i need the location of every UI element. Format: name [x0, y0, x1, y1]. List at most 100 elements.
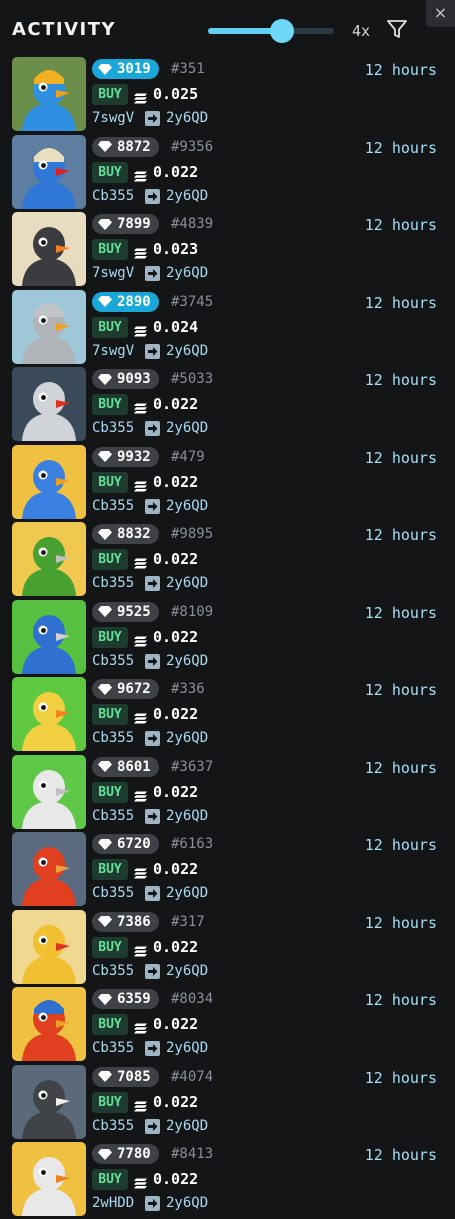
- token-id[interactable]: #4839: [171, 216, 213, 232]
- slider-thumb[interactable]: [270, 19, 294, 43]
- token-id[interactable]: #3637: [171, 759, 213, 775]
- nft-thumbnail[interactable]: [12, 599, 86, 674]
- arrow-right-icon: [145, 886, 160, 901]
- activity-row[interactable]: 2890 #3745 12 hours BUY 0.024 7swgV 2y6Q…: [0, 289, 455, 367]
- rank-badge: 7899: [92, 214, 159, 234]
- arrow-right-icon: [145, 1118, 160, 1134]
- from-address[interactable]: 2wHDD: [92, 1195, 134, 1211]
- gem-icon: [98, 451, 112, 462]
- sol-icon: [134, 399, 147, 414]
- close-button[interactable]: ×: [426, 0, 455, 27]
- rank-value: 6359: [117, 991, 151, 1007]
- activity-row[interactable]: 9093 #5033 12 hours BUY 0.022 Cb355 2y6Q…: [0, 366, 455, 444]
- to-address[interactable]: 2y6QD: [166, 188, 208, 204]
- token-id[interactable]: #9356: [171, 139, 213, 155]
- nft-thumbnail[interactable]: [12, 57, 86, 131]
- from-address[interactable]: Cb355: [92, 963, 134, 979]
- activity-row[interactable]: 9525 #8109 12 hours BUY 0.022 Cb355 2y6Q…: [0, 599, 455, 677]
- arrow-right-icon: [145, 111, 160, 126]
- rank-badge: 8872: [92, 136, 159, 157]
- token-id[interactable]: #8109: [171, 604, 213, 620]
- filter-icon[interactable]: [386, 18, 408, 40]
- nft-thumbnail[interactable]: [12, 832, 86, 906]
- to-address[interactable]: 2y6QD: [166, 1195, 208, 1211]
- from-address[interactable]: Cb355: [92, 730, 134, 746]
- token-id[interactable]: #317: [171, 914, 205, 930]
- token-id[interactable]: #351: [171, 61, 205, 77]
- activity-row[interactable]: 7780 #8413 12 hours BUY 0.022 2wHDD 2y6Q…: [0, 1141, 455, 1219]
- timestamp: 12 hours: [364, 913, 437, 932]
- nft-thumbnail[interactable]: [12, 987, 86, 1061]
- timestamp: 12 hours: [364, 758, 437, 777]
- to-address[interactable]: 2y6QD: [166, 1118, 208, 1134]
- from-address[interactable]: Cb355: [92, 1118, 134, 1134]
- to-address[interactable]: 2y6QD: [166, 808, 208, 824]
- from-address[interactable]: Cb355: [92, 498, 134, 514]
- nft-thumbnail[interactable]: [12, 1064, 86, 1139]
- price: 0.024: [153, 317, 199, 336]
- from-address[interactable]: Cb355: [92, 188, 134, 204]
- activity-row[interactable]: 8832 #9895 12 hours BUY 0.022 Cb355 2y6Q…: [0, 521, 455, 599]
- token-id[interactable]: #479: [171, 449, 205, 465]
- sol-icon: [134, 787, 147, 801]
- nft-thumbnail[interactable]: [12, 367, 86, 441]
- activity-row[interactable]: 6359 #8034 12 hours BUY 0.022 Cb355 2y6Q…: [0, 986, 455, 1064]
- from-address[interactable]: Cb355: [92, 653, 134, 669]
- gem-icon: [98, 1071, 112, 1082]
- token-id[interactable]: #8413: [171, 1146, 213, 1162]
- activity-row[interactable]: 7386 #317 12 hours BUY 0.022 Cb355 2y6QD: [0, 909, 455, 987]
- to-address[interactable]: 2y6QD: [166, 885, 208, 901]
- sol-icon: [134, 244, 147, 259]
- timestamp: 12 hours: [364, 293, 437, 312]
- from-address[interactable]: 7swgV: [92, 343, 134, 359]
- sol-icon: [134, 709, 147, 724]
- nft-thumbnail[interactable]: [12, 444, 86, 519]
- to-address[interactable]: 2y6QD: [166, 730, 208, 746]
- to-address[interactable]: 2y6QD: [166, 575, 208, 591]
- arrow-right-icon: [145, 653, 160, 669]
- nft-thumbnail[interactable]: [12, 522, 86, 596]
- activity-row[interactable]: 3019 #351 12 hours BUY 0.025 7swgV 2y6QD: [0, 56, 455, 134]
- nft-thumbnail[interactable]: [12, 1142, 86, 1216]
- from-address[interactable]: Cb355: [92, 420, 134, 436]
- from-address[interactable]: 7swgV: [92, 110, 134, 126]
- activity-row[interactable]: 8872 #9356 12 hours BUY 0.022 Cb355 2y6Q…: [0, 134, 455, 212]
- to-address[interactable]: 2y6QD: [166, 963, 208, 979]
- to-address[interactable]: 2y6QD: [166, 110, 208, 126]
- rank-value: 6720: [117, 836, 151, 852]
- token-id[interactable]: #5033: [171, 371, 213, 387]
- from-address[interactable]: 7swgV: [92, 265, 134, 281]
- token-id[interactable]: #6163: [171, 836, 213, 852]
- token-id[interactable]: #9895: [171, 526, 213, 542]
- token-id[interactable]: #336: [171, 681, 205, 697]
- nft-thumbnail[interactable]: [12, 134, 86, 209]
- nft-thumbnail[interactable]: [12, 212, 86, 286]
- from-address[interactable]: Cb355: [92, 808, 134, 824]
- to-address[interactable]: 2y6QD: [166, 420, 208, 436]
- from-address[interactable]: Cb355: [92, 575, 134, 591]
- to-address[interactable]: 2y6QD: [166, 265, 208, 281]
- token-id[interactable]: #3745: [171, 294, 213, 310]
- to-address[interactable]: 2y6QD: [166, 498, 208, 514]
- to-address[interactable]: 2y6QD: [166, 653, 208, 669]
- activity-row[interactable]: 7085 #4074 12 hours BUY 0.022 Cb355 2y6Q…: [0, 1064, 455, 1142]
- from-address[interactable]: Cb355: [92, 1040, 134, 1056]
- nft-thumbnail[interactable]: [12, 677, 86, 751]
- nft-thumbnail[interactable]: [12, 754, 86, 829]
- to-address[interactable]: 2y6QD: [166, 1040, 208, 1056]
- activity-row[interactable]: 7899 #4839 12 hours BUY 0.023 7swgV 2y6Q…: [0, 211, 455, 289]
- activity-row[interactable]: 9672 #336 12 hours BUY 0.022 Cb355 2y6QD: [0, 676, 455, 754]
- token-id[interactable]: #4074: [171, 1069, 213, 1085]
- arrow-right-icon: [145, 266, 160, 281]
- arrow-right-icon: [145, 343, 160, 359]
- activity-row[interactable]: 9932 #479 12 hours BUY 0.022 Cb355 2y6QD: [0, 444, 455, 522]
- nft-thumbnail[interactable]: [12, 909, 86, 984]
- activity-row[interactable]: 8601 #3637 12 hours BUY 0.022 Cb355 2y6Q…: [0, 754, 455, 832]
- timestamp: 12 hours: [364, 61, 437, 79]
- activity-row[interactable]: 6720 #6163 12 hours BUY 0.022 Cb355 2y6Q…: [0, 831, 455, 909]
- speed-slider[interactable]: [208, 19, 334, 43]
- from-address[interactable]: Cb355: [92, 885, 134, 901]
- token-id[interactable]: #8034: [171, 991, 213, 1007]
- nft-thumbnail[interactable]: [12, 289, 86, 364]
- to-address[interactable]: 2y6QD: [166, 343, 208, 359]
